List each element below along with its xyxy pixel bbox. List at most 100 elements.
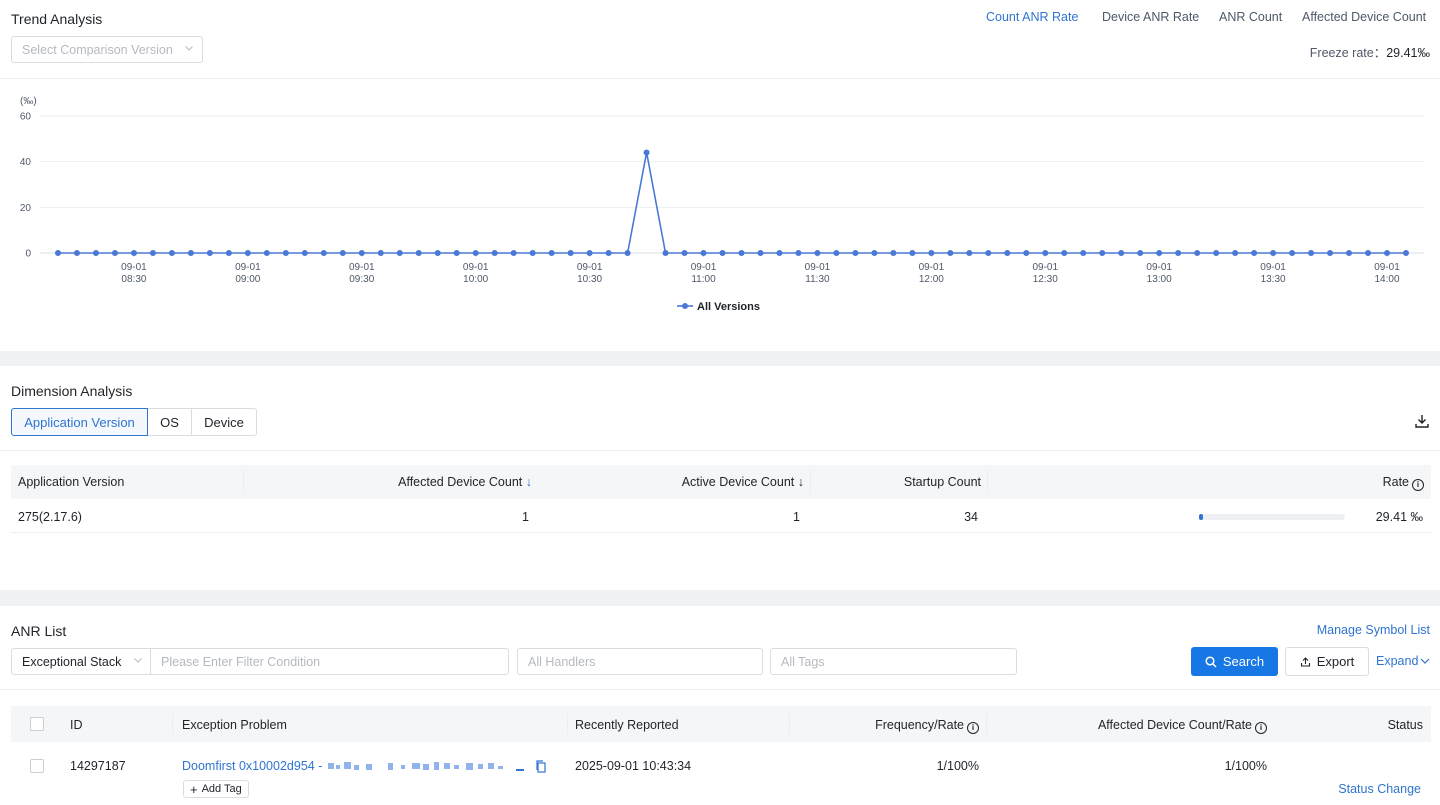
y-axis-unit: (‰) (20, 96, 37, 107)
data-point (624, 250, 631, 256)
trend-chart: (‰)020406009-0108:3009-0109:0009-0109:30… (20, 96, 1424, 313)
tab-count-anr-rate[interactable]: Count ANR Rate (986, 10, 1078, 24)
chevron-down-icon (185, 46, 193, 51)
row-checkbox[interactable] (30, 759, 44, 773)
x-tick-label: 10:00 (463, 274, 488, 285)
manage-symbol-link[interactable]: Manage Symbol List (1317, 623, 1430, 637)
row-frequency: 1/100% (936, 759, 979, 773)
tab-affected-device-count[interactable]: Affected Device Count (1302, 10, 1426, 24)
add-tag-label: Add Tag (201, 783, 242, 795)
select-all-checkbox[interactable] (30, 717, 44, 731)
x-tick-label: 11:00 (691, 274, 716, 285)
data-point (1270, 250, 1277, 256)
x-tick-label: 09-01 (577, 262, 603, 273)
data-point (1289, 250, 1296, 256)
tags-input[interactable] (770, 648, 1017, 675)
col-separator (986, 713, 987, 735)
redacted-text (328, 762, 525, 771)
sort-down-icon[interactable]: ↓ (798, 475, 804, 489)
x-tick-label: 09-01 (235, 262, 261, 273)
col-active-device-count[interactable]: Active Device Count ↓ (682, 475, 804, 489)
dimension-title: Dimension Analysis (11, 383, 133, 399)
data-point (871, 250, 878, 256)
divider (0, 689, 1440, 690)
copy-icon[interactable] (535, 759, 547, 773)
tab-device[interactable]: Device (191, 408, 257, 436)
col-separator (987, 471, 988, 493)
chevron-down-icon (1420, 658, 1430, 664)
x-tick-label: 09-01 (349, 262, 375, 273)
col-frequency-rate: Frequency/Rate i (875, 718, 979, 734)
col-affected-device-count[interactable]: Affected Device Count ↓ (398, 475, 532, 489)
data-point (985, 250, 992, 256)
x-tick-label: 09-01 (1032, 262, 1058, 273)
data-point (453, 250, 460, 256)
data-point (1308, 250, 1315, 256)
x-tick-label: 09-01 (1260, 262, 1286, 273)
data-point (1365, 250, 1372, 256)
export-button[interactable]: Export (1285, 647, 1369, 676)
expand-toggle[interactable]: Expand (1376, 654, 1430, 668)
data-point (605, 250, 612, 256)
export-icon (1300, 657, 1310, 667)
filter-type-value: Exceptional Stack (22, 654, 122, 669)
data-point (567, 250, 574, 256)
info-icon[interactable]: i (1255, 722, 1267, 734)
expand-label: Expand (1376, 654, 1419, 668)
data-point (662, 250, 669, 256)
x-tick-label: 12:30 (1033, 274, 1058, 285)
col-recently-reported: Recently Reported (575, 718, 679, 732)
col-active-label: Active Device Count (681, 475, 795, 489)
row-id: 14297187 (70, 759, 126, 773)
data-point (890, 250, 897, 256)
col-status: Status (1387, 718, 1423, 732)
tab-os[interactable]: OS (147, 408, 192, 436)
col-affected-label: Affected Device Count (398, 475, 523, 489)
row-affected-rate: 1/100% (1224, 759, 1267, 773)
status-change-link[interactable]: Status Change (1338, 782, 1421, 796)
filter-condition-input[interactable] (150, 648, 509, 675)
col-rate-label: Rate (1382, 475, 1409, 489)
exception-link[interactable]: Doomfirst 0x10002d954 - (182, 759, 547, 773)
tab-application-version[interactable]: Application Version (11, 408, 148, 436)
data-point (168, 250, 175, 256)
handlers-input[interactable] (517, 648, 763, 675)
sort-down-icon[interactable]: ↓ (526, 475, 532, 489)
col-separator (567, 713, 568, 735)
data-point (434, 250, 441, 256)
x-tick-label: 10:30 (577, 274, 602, 285)
filter-type-select[interactable]: Exceptional Stack (11, 648, 152, 675)
search-button[interactable]: Search (1191, 647, 1278, 676)
rate-progress-bar (1199, 514, 1345, 520)
info-icon[interactable]: i (967, 722, 979, 734)
data-point (681, 250, 688, 256)
add-tag-button[interactable]: + Add Tag (183, 780, 249, 798)
tab-anr-count[interactable]: ANR Count (1219, 10, 1282, 24)
data-point (358, 250, 365, 256)
data-point (1194, 250, 1201, 256)
data-point (206, 250, 213, 256)
data-point (1042, 250, 1049, 256)
data-point (1384, 250, 1391, 256)
x-tick-label: 12:00 (919, 274, 944, 285)
data-point (263, 250, 270, 256)
row-rate: 29.41 ‰ (1375, 510, 1423, 524)
tab-device-anr-rate[interactable]: Device ANR Rate (1102, 10, 1199, 24)
info-icon[interactable]: i (1412, 479, 1424, 491)
anr-title: ANR List (11, 623, 67, 639)
data-point (529, 250, 536, 256)
data-point (909, 250, 916, 256)
row-affected: 1 (522, 510, 529, 524)
data-point (548, 250, 555, 256)
y-tick-label: 0 (25, 249, 31, 260)
export-label: Export (1316, 654, 1355, 669)
search-icon (1205, 655, 1217, 668)
data-point (776, 250, 783, 256)
data-point (225, 250, 232, 256)
col-separator (810, 471, 811, 493)
download-icon[interactable] (1415, 414, 1429, 428)
row-version: 275(2.17.6) (18, 510, 82, 524)
comparison-version-select[interactable]: Select Comparison Version (11, 36, 203, 63)
col-application-version: Application Version (18, 475, 125, 489)
col-separator (172, 713, 173, 735)
